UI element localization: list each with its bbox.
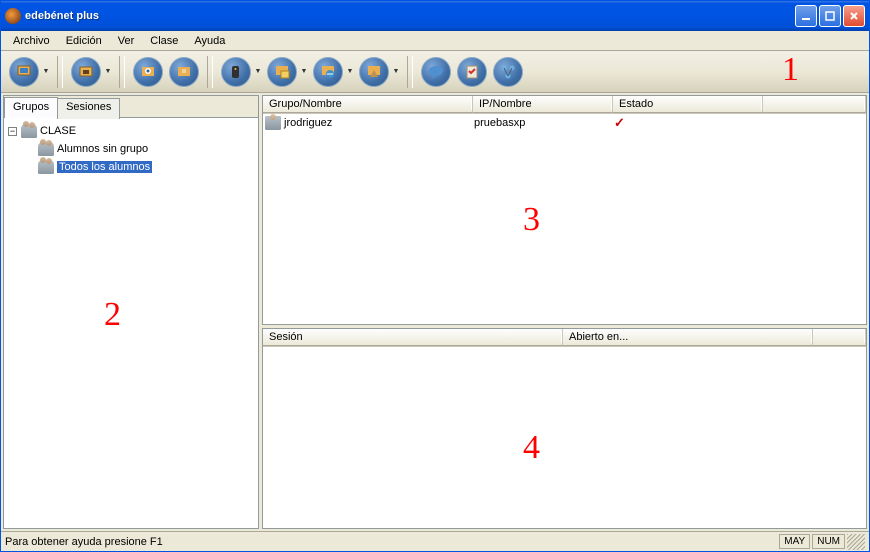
minimize-button[interactable] <box>795 5 817 27</box>
tool-folder-button[interactable] <box>265 55 299 89</box>
dropdown-arrow-icon[interactable]: ▼ <box>391 68 401 75</box>
left-panel: Grupos Sesiones − CLASE Alumnos sin grup… <box>3 95 259 529</box>
col-ip-nombre[interactable]: IP/Nombre <box>473 96 613 113</box>
status-hint: Para obtener ayuda presione F1 <box>5 536 777 548</box>
folder-icon <box>273 63 291 81</box>
tree-item-todos-los-alumnos[interactable]: Todos los alumnos <box>8 158 254 176</box>
hand-icon <box>175 63 193 81</box>
col-sesion[interactable]: Sesión <box>263 329 563 346</box>
resize-grip-icon[interactable] <box>847 534 865 550</box>
menu-bar: Archivo Edición Ver Clase Ayuda <box>1 31 869 51</box>
tree-view[interactable]: − CLASE Alumnos sin grupo Todos los alum… <box>4 118 258 528</box>
ie-icon <box>319 63 337 81</box>
right-panel: Grupo/Nombre IP/Nombre Estado jrodriguez… <box>262 95 867 529</box>
close-button[interactable] <box>843 5 865 27</box>
col-estado[interactable]: Estado <box>613 96 763 113</box>
status-bar: Para obtener ayuda presione F1 MAY NUM <box>1 531 869 551</box>
menu-archivo[interactable]: Archivo <box>5 33 58 49</box>
remote-icon <box>227 63 245 81</box>
col-spacer <box>763 96 866 113</box>
toolbar-separator <box>407 56 413 88</box>
col-spacer <box>813 329 866 346</box>
maximize-button[interactable] <box>819 5 841 27</box>
cell-name: jrodriguez <box>284 117 474 129</box>
toolbar-separator <box>57 56 63 88</box>
tab-sesiones[interactable]: Sesiones <box>57 98 120 119</box>
group-icon <box>38 160 54 174</box>
listview-header: Grupo/Nombre IP/Nombre Estado <box>263 96 866 114</box>
group-icon <box>21 124 37 138</box>
user-icon <box>265 116 281 130</box>
tool-lock-button[interactable] <box>69 55 103 89</box>
dropdown-arrow-icon[interactable]: ▼ <box>103 68 113 75</box>
app-icon <box>5 8 21 24</box>
toolbar-separator <box>207 56 213 88</box>
title-bar: edebénet plus <box>1 1 869 31</box>
cell-ip: pruebasxp <box>474 117 614 129</box>
status-num: NUM <box>812 534 845 549</box>
tool-eye-button[interactable] <box>131 55 165 89</box>
tree-label: CLASE <box>40 125 76 137</box>
window-title: edebénet plus <box>25 10 795 22</box>
tool-time-button[interactable] <box>357 55 391 89</box>
menu-edicion[interactable]: Edición <box>58 33 110 49</box>
toolbar: ▼ ▼ ▼ ▼ ▼ ▼ 1 <box>1 51 869 93</box>
tree-item-alumnos-sin-grupo[interactable]: Alumnos sin grupo <box>8 140 254 158</box>
dropdown-arrow-icon[interactable]: ▼ <box>253 68 263 75</box>
tool-monitor-button[interactable] <box>7 55 41 89</box>
tool-network-button[interactable] <box>491 55 525 89</box>
status-check-icon: ✓ <box>614 115 625 131</box>
toolbar-separator <box>119 56 125 88</box>
main-area: Grupos Sesiones − CLASE Alumnos sin grup… <box>1 93 869 531</box>
tab-grupos[interactable]: Grupos <box>4 97 58 118</box>
group-icon <box>38 142 54 156</box>
listview-body[interactable]: jrodriguez pruebasxp ✓ <box>263 114 866 324</box>
status-caps: MAY <box>779 534 810 549</box>
annotation-1: 1 <box>782 51 799 89</box>
monitor-icon <box>15 63 33 81</box>
menu-ayuda[interactable]: Ayuda <box>186 33 233 49</box>
sidebar-tabs: Grupos Sesiones <box>4 96 258 118</box>
tool-remote-button[interactable] <box>219 55 253 89</box>
tool-hand-button[interactable] <box>167 55 201 89</box>
listview-header: Sesión Abierto en... <box>263 329 866 347</box>
network-icon <box>499 63 517 81</box>
dropdown-arrow-icon[interactable]: ▼ <box>345 68 355 75</box>
dropdown-arrow-icon[interactable]: ▼ <box>299 68 309 75</box>
students-listview: Grupo/Nombre IP/Nombre Estado jrodriguez… <box>262 95 867 325</box>
tool-check-button[interactable] <box>455 55 489 89</box>
tree-label: Alumnos sin grupo <box>57 143 148 155</box>
dropdown-arrow-icon[interactable]: ▼ <box>41 68 51 75</box>
chat-icon <box>427 63 445 81</box>
menu-clase[interactable]: Clase <box>142 33 186 49</box>
tree-label: Todos los alumnos <box>57 161 152 173</box>
collapse-icon[interactable]: − <box>8 127 17 136</box>
check-clipboard-icon <box>463 63 481 81</box>
col-abierto-en[interactable]: Abierto en... <box>563 329 813 346</box>
col-grupo-nombre[interactable]: Grupo/Nombre <box>263 96 473 113</box>
hourglass-icon <box>365 63 383 81</box>
eye-icon <box>139 63 157 81</box>
tree-root-clase[interactable]: − CLASE <box>8 122 254 140</box>
tool-chat-button[interactable] <box>419 55 453 89</box>
menu-ver[interactable]: Ver <box>110 33 143 49</box>
list-row-jrodriguez[interactable]: jrodriguez pruebasxp ✓ <box>263 114 866 132</box>
sessions-listview: Sesión Abierto en... 4 <box>262 328 867 529</box>
listview-body[interactable] <box>263 347 866 528</box>
lock-icon <box>77 63 95 81</box>
tool-ie-button[interactable] <box>311 55 345 89</box>
window-buttons <box>795 5 865 27</box>
